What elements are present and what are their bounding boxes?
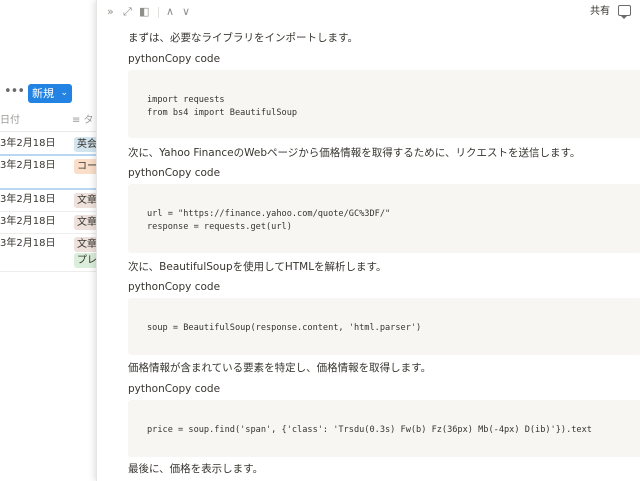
paragraph[interactable]: まずは、必要なライブラリをインポートします。	[128, 31, 358, 45]
row-date: 3年2月18日	[0, 194, 56, 205]
code-language-label: pythonCopy code	[128, 53, 221, 65]
table-row[interactable]: 3年2月18日 文章 プレ	[0, 234, 96, 272]
new-entry-button[interactable]: 新規 ⌄	[28, 84, 72, 103]
code-language-label: pythonCopy code	[128, 383, 221, 395]
tag-pill: 英会	[74, 137, 96, 152]
tag-pill: 文章	[74, 215, 96, 230]
toolbar-divider	[158, 7, 159, 18]
tag-pill: 文章	[74, 237, 96, 252]
tag-pill: 文章	[74, 193, 96, 208]
code-line: response = requests.get(url)	[147, 222, 292, 232]
paragraph[interactable]: 最後に、価格を表示します。	[128, 462, 263, 476]
tag-pill: コー	[74, 159, 96, 174]
row-date: 3年2月18日	[0, 216, 56, 227]
chevron-up-icon[interactable]: ∧	[166, 5, 174, 19]
code-block[interactable]: url = "https://finance.yahoo.com/quote/G…	[128, 184, 640, 253]
code-block[interactable]: soup = BeautifulSoup(response.content, '…	[128, 298, 640, 355]
tag-pill: プレ	[74, 253, 96, 268]
database-view: ••• 新規 ⌄ 日付 ≡ タ 3年2月18日 英会 3年2月18日 コー 3年…	[0, 0, 96, 481]
row-date: 3年2月18日	[0, 160, 56, 171]
header-divider	[0, 131, 96, 132]
column-header-tags[interactable]: ≡ タ	[72, 112, 96, 130]
code-block[interactable]: price = soup.find('span', {'class': 'Trs…	[128, 400, 640, 457]
code-line: from bs4 import BeautifulSoup	[147, 108, 298, 118]
database-toolbar: ••• 新規 ⌄	[0, 83, 96, 105]
paragraph[interactable]: 価格情報が含まれている要素を特定し、価格情報を取得します。	[128, 361, 431, 375]
side-peek-panel: » ⤢ ◧ ∧ ∨ 共有 まずは、必要なライブラリをインポートします。 pyth…	[96, 0, 640, 481]
column-header-date[interactable]: 日付	[0, 112, 66, 130]
code-line: price = soup.find('span', {'class': 'Trs…	[147, 425, 592, 435]
table-row[interactable]: 3年2月18日 文章	[0, 212, 96, 234]
chevron-down-icon[interactable]: ⌄	[60, 84, 68, 103]
table-row[interactable]: 3年2月18日 文章	[0, 190, 96, 212]
row-date: 3年2月18日	[0, 238, 56, 249]
code-block[interactable]: import requests from bs4 import Beautifu…	[128, 70, 640, 138]
row-date: 3年2月18日	[0, 138, 56, 149]
table-row-selected[interactable]: 3年2月18日 コー	[0, 154, 96, 190]
share-button[interactable]: 共有	[590, 5, 610, 19]
code-line: url = "https://finance.yahoo.com/quote/G…	[147, 209, 391, 219]
code-language-label: pythonCopy code	[128, 281, 221, 293]
paragraph[interactable]: 次に、BeautifulSoupを使用してHTMLを解析します。	[128, 260, 387, 274]
new-entry-label: 新規	[32, 87, 54, 100]
code-line: soup = BeautifulSoup(response.content, '…	[147, 323, 422, 333]
comment-icon[interactable]	[618, 5, 631, 19]
peek-toolbar: » ⤢ ◧ ∧ ∨ 共有	[97, 0, 640, 26]
more-options-button[interactable]: •••	[4, 83, 25, 103]
code-language-label: pythonCopy code	[128, 167, 221, 179]
expand-icon[interactable]: ⤢	[123, 5, 132, 19]
chevron-down-icon[interactable]: ∨	[182, 5, 190, 19]
paragraph[interactable]: 次に、Yahoo FinanceのWebページから価格情報を取得するために、リク…	[128, 146, 580, 160]
table-row[interactable]: 3年2月18日 英会	[0, 134, 96, 156]
close-peek-icon[interactable]: »	[107, 5, 114, 19]
layout-icon[interactable]: ◧	[139, 5, 149, 19]
code-line: import requests	[147, 95, 225, 105]
